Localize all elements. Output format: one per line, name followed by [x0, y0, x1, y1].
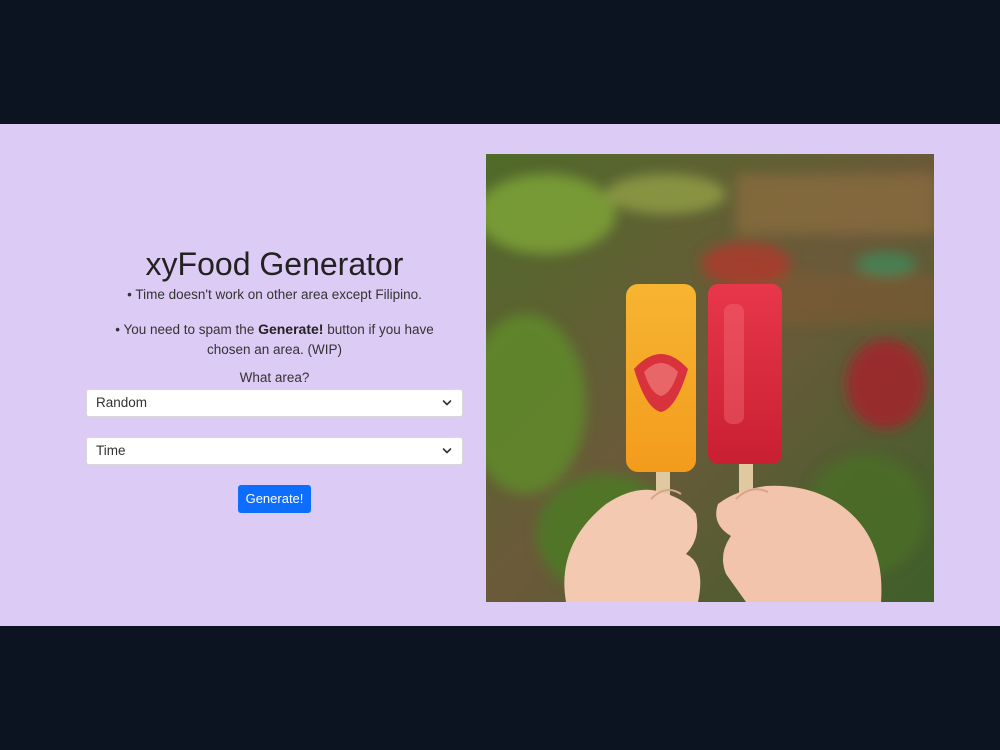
- spam-note-bold: Generate!: [258, 321, 324, 337]
- spam-note: • You need to spam the Generate! button …: [96, 319, 453, 360]
- popsicles-image: [486, 154, 934, 602]
- chevron-down-icon: [442, 400, 452, 406]
- time-select[interactable]: Time: [86, 437, 463, 465]
- area-select[interactable]: Random: [86, 389, 463, 417]
- area-select-value: Random: [96, 395, 148, 410]
- page-title: xyFood Generator: [145, 246, 404, 282]
- time-note: • Time doesn't work on other area except…: [127, 287, 422, 302]
- generate-button[interactable]: Generate!: [238, 485, 311, 513]
- chevron-down-icon: [442, 448, 452, 454]
- area-label: What area?: [239, 370, 310, 385]
- food-photo: [486, 154, 934, 602]
- time-select-value: Time: [96, 443, 126, 458]
- spam-note-prefix: • You need to spam the: [115, 322, 259, 337]
- generator-panel: xyFood Generator • Time doesn't work on …: [86, 124, 463, 626]
